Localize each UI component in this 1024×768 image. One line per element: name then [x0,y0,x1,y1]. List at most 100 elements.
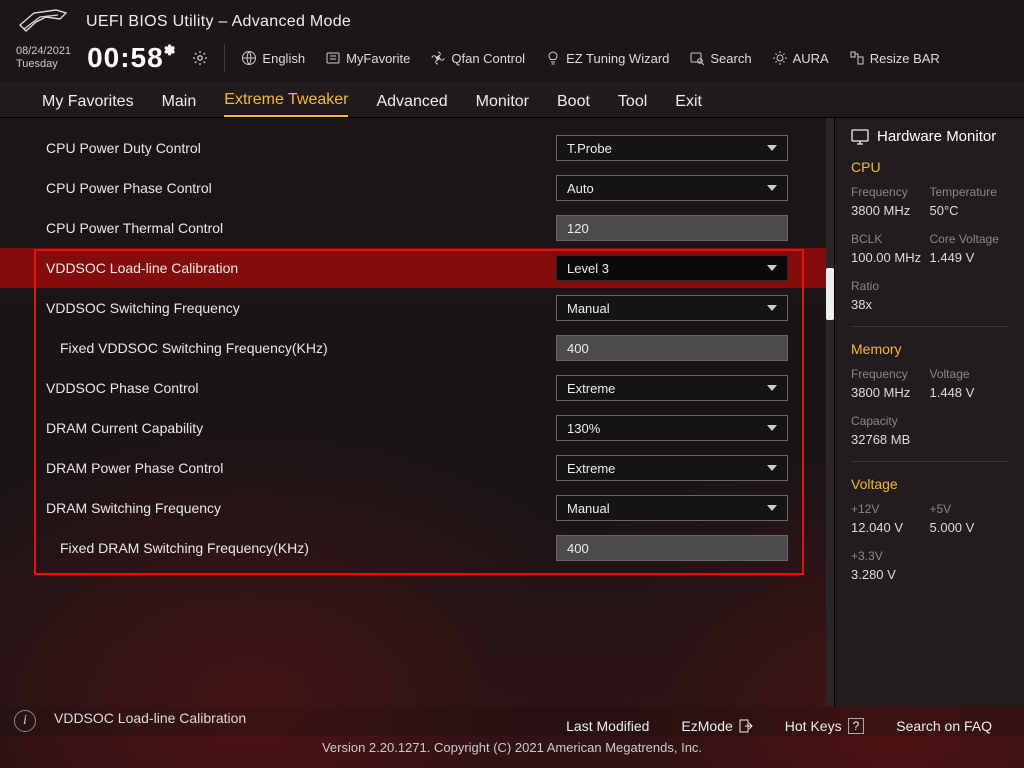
toolbar-qfan[interactable]: Qfan Control [430,50,525,66]
setting-value: Extreme [567,461,615,476]
setting-row[interactable]: Fixed VDDSOC Switching Frequency(KHz) 400 [0,328,834,368]
setting-dropdown[interactable]: 130% [556,415,788,441]
hw-cpu-freq-value: 3800 MHz [851,203,930,218]
setting-dropdown[interactable]: Manual [556,495,788,521]
toolbar-myfavorite[interactable]: MyFavorite [325,50,410,66]
main-tabs: My Favorites Main Extreme Tweaker Advanced M… [0,82,1024,118]
setting-dropdown[interactable]: Extreme [556,455,788,481]
hw-3v3-value: 3.280 V [851,567,930,582]
footer-last-modified-label: Last Modified [566,718,649,734]
setting-dropdown[interactable]: Manual [556,295,788,321]
setting-dropdown[interactable]: Auto [556,175,788,201]
hw-cpu-bclk-label: BCLK [851,232,930,246]
hw-mem-cap-label: Capacity [851,414,930,428]
setting-value: T.Probe [567,141,612,156]
setting-label: CPU Power Duty Control [46,140,556,156]
setting-label: VDDSOC Switching Frequency [46,300,556,316]
setting-label: Fixed VDDSOC Switching Frequency(KHz) [46,340,556,356]
toolbar-resizebar[interactable]: Resize BAR [849,50,940,66]
hw-cpu-bclk-value: 100.00 MHz [851,250,930,265]
setting-row[interactable]: CPU Power Phase ControlAuto [0,168,834,208]
setting-textfield[interactable]: 400 [556,335,788,361]
toolbar-myfavorite-label: MyFavorite [346,51,410,66]
gear-icon[interactable] [192,50,208,66]
setting-dropdown[interactable]: T.Probe [556,135,788,161]
setting-row[interactable]: CPU Power Thermal Control 120 [0,208,834,248]
footer-hotkeys-label: Hot Keys [785,718,842,734]
hw-title-label: Hardware Monitor [877,128,996,145]
hw-mem-volt-value: 1.448 V [930,385,1009,400]
tab-monitor[interactable]: Monitor [476,93,529,117]
setting-value: Manual [567,301,610,316]
scrollbar-thumb[interactable] [826,268,834,320]
exit-icon [739,719,753,733]
setting-label: CPU Power Phase Control [46,180,556,196]
date-block: 08/24/2021 Tuesday [16,45,71,70]
scrollbar[interactable] [826,118,834,706]
hw-cpu-cv-value: 1.449 V [930,250,1009,265]
hw-mem-freq-value: 3800 MHz [851,385,930,400]
toolbar-eztuning[interactable]: EZ Tuning Wizard [545,50,669,66]
tab-boot[interactable]: Boot [557,93,590,117]
hw-5v-value: 5.000 V [930,520,1009,535]
tab-tool[interactable]: Tool [618,93,647,117]
setting-label: DRAM Power Phase Control [46,460,556,476]
hw-12v-value: 12.040 V [851,520,930,535]
footer-hotkeys[interactable]: Hot Keys ? [785,718,865,734]
toolbar-eztuning-label: EZ Tuning Wizard [566,51,669,66]
toolbar-resizebar-label: Resize BAR [870,51,940,66]
footer-ezmode-label: EzMode [681,718,732,734]
setting-row[interactable]: VDDSOC Switching Frequency Manual [0,288,834,328]
footer-ezmode[interactable]: EzMode [681,718,752,734]
rog-logo [16,7,68,37]
setting-row[interactable]: Fixed DRAM Switching Frequency(KHz)400 [0,528,834,568]
setting-value: 130% [567,421,600,436]
hw-cpu-freq-label: Frequency [851,185,930,199]
setting-dropdown[interactable]: Extreme [556,375,788,401]
setting-row[interactable]: DRAM Switching Frequency Manual [0,488,834,528]
footer-search-faq[interactable]: Search on FAQ [896,718,992,734]
setting-value: 400 [567,341,589,356]
footer-last-modified[interactable]: Last Modified [566,718,649,734]
setting-label: DRAM Switching Frequency [46,500,556,516]
tab-exit[interactable]: Exit [675,93,702,117]
toolbar-language[interactable]: English [241,50,305,66]
clock: 00:58✽ [87,42,176,74]
setting-value: Manual [567,501,610,516]
setting-label: CPU Power Thermal Control [46,220,556,236]
toolbar-search-label: Search [710,51,751,66]
clock-time: 00:58 [87,42,164,73]
date-text: 08/24/2021 [16,45,71,58]
setting-row[interactable]: VDDSOC Load-line Calibration Level 3 [0,248,834,288]
hw-section-voltage: Voltage [851,476,1008,492]
tab-my-favorites[interactable]: My Favorites [42,93,134,117]
setting-label: VDDSOC Phase Control [46,380,556,396]
setting-row[interactable]: VDDSOC Phase Control Extreme [0,368,834,408]
setting-value: Extreme [567,381,615,396]
setting-dropdown[interactable]: Level 3 [556,255,788,281]
setting-row[interactable]: DRAM Power Phase Control Extreme [0,448,834,488]
hardware-monitor-panel: Hardware Monitor CPU FrequencyTemperatur… [834,118,1024,706]
hw-cpu-ratio-label: Ratio [851,279,930,293]
toolbar-qfan-label: Qfan Control [451,51,525,66]
setting-label: VDDSOC Load-line Calibration [46,260,556,276]
setting-row[interactable]: DRAM Current Capability130% [0,408,834,448]
toolbar-aura[interactable]: AURA [772,50,829,66]
setting-textfield[interactable]: 400 [556,535,788,561]
day-text: Tuesday [16,58,71,71]
hw-cpu-temp-label: Temperature [930,185,1009,199]
setting-row[interactable]: CPU Power Duty Control T.Probe [0,128,834,168]
hw-section-memory: Memory [851,341,1008,357]
setting-value: Level 3 [567,261,609,276]
toolbar-search[interactable]: Search [689,50,751,66]
tab-advanced[interactable]: Advanced [376,93,447,117]
hw-mem-freq-label: Frequency [851,367,930,381]
hw-section-cpu: CPU [851,159,1008,175]
tab-main[interactable]: Main [162,93,197,117]
hw-5v-label: +5V [930,502,1009,516]
setting-value: 120 [567,221,589,236]
setting-textfield[interactable]: 120 [556,215,788,241]
tab-extreme-tweaker[interactable]: Extreme Tweaker [224,91,348,117]
hw-title: Hardware Monitor [851,128,1008,145]
footer-search-faq-label: Search on FAQ [896,718,992,734]
